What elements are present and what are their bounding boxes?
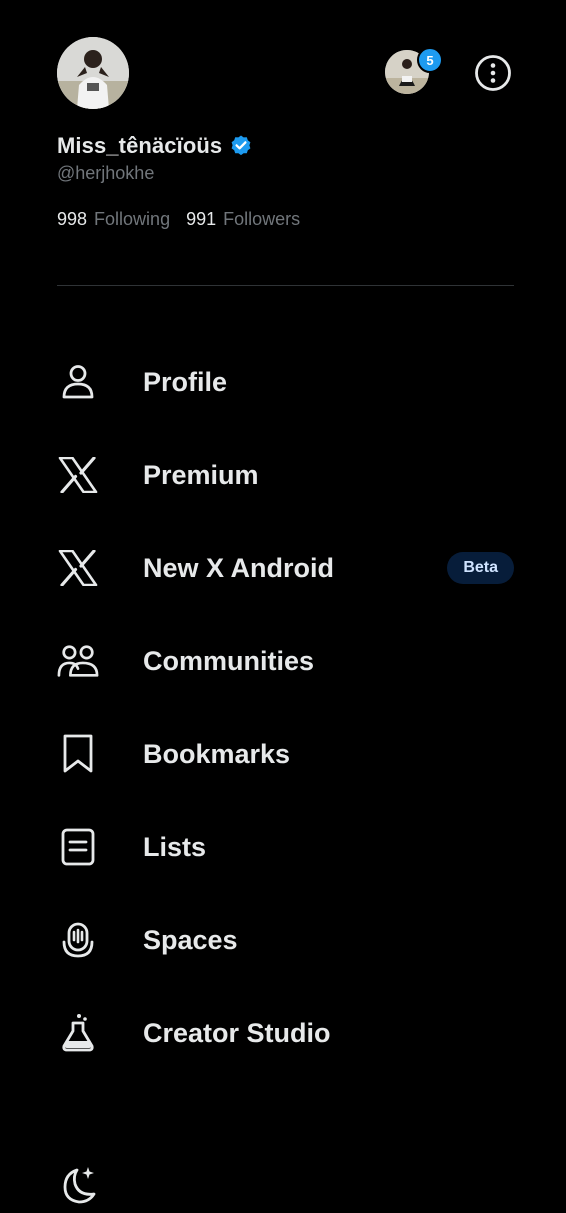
account-switcher[interactable]: 5: [385, 47, 443, 94]
x-logo-icon: [57, 454, 99, 496]
menu-label: Lists: [143, 831, 207, 862]
display-name-row[interactable]: Miss_tênäcïoüs: [57, 133, 253, 159]
display-name: Miss_tênäcïoüs: [57, 133, 223, 158]
list-icon: [57, 826, 99, 868]
more-options-icon: [475, 55, 511, 91]
menu-item-profile[interactable]: Profile: [57, 354, 514, 410]
divider: [57, 285, 514, 286]
person-icon: [57, 361, 99, 403]
menu-label: Bookmarks: [143, 738, 291, 769]
x-logo-icon: [57, 547, 99, 589]
menu-item-spaces[interactable]: Spaces: [57, 912, 514, 968]
menu-item-lists[interactable]: Lists: [57, 819, 514, 875]
menu-label: Creator Studio: [143, 1017, 331, 1048]
followers-label: Followers: [223, 209, 301, 229]
moon-icon: [63, 1167, 96, 1204]
menu-label: New X Android: [143, 552, 335, 583]
followers-count: 991: [186, 209, 217, 229]
bookmark-icon: [57, 733, 99, 775]
following-count: 998: [57, 209, 88, 229]
avatar-image: [57, 37, 129, 109]
theme-toggle-button[interactable]: [57, 1164, 101, 1208]
menu-label: Spaces: [143, 924, 238, 955]
following-label: Following: [94, 209, 171, 229]
flask-icon: [57, 1012, 99, 1054]
following-link[interactable]: 998 Following: [57, 209, 170, 230]
menu-item-bookmarks[interactable]: Bookmarks: [57, 726, 514, 782]
menu-label: Communities: [143, 645, 315, 676]
beta-badge: Beta: [447, 552, 514, 584]
more-options-button[interactable]: [473, 53, 513, 93]
verified-badge-icon: [231, 135, 251, 156]
menu-item-premium[interactable]: Premium: [57, 447, 514, 503]
menu-item-creator-studio[interactable]: Creator Studio: [57, 1005, 514, 1061]
menu-label: Profile: [143, 366, 228, 397]
menu-label: Premium: [143, 459, 259, 490]
followers-link[interactable]: 991 Followers: [186, 209, 300, 230]
menu-item-communities[interactable]: Communities: [57, 633, 514, 689]
follow-stats: 998 Following 991 Followers: [57, 209, 300, 230]
profile-avatar[interactable]: [57, 37, 129, 109]
menu-item-new-x-android[interactable]: New X Android Beta: [57, 540, 514, 596]
communities-icon: [57, 640, 99, 682]
spaces-icon: [57, 919, 99, 961]
user-handle: @herjhokhe: [57, 163, 155, 183]
notification-count-badge: 5: [417, 47, 443, 73]
